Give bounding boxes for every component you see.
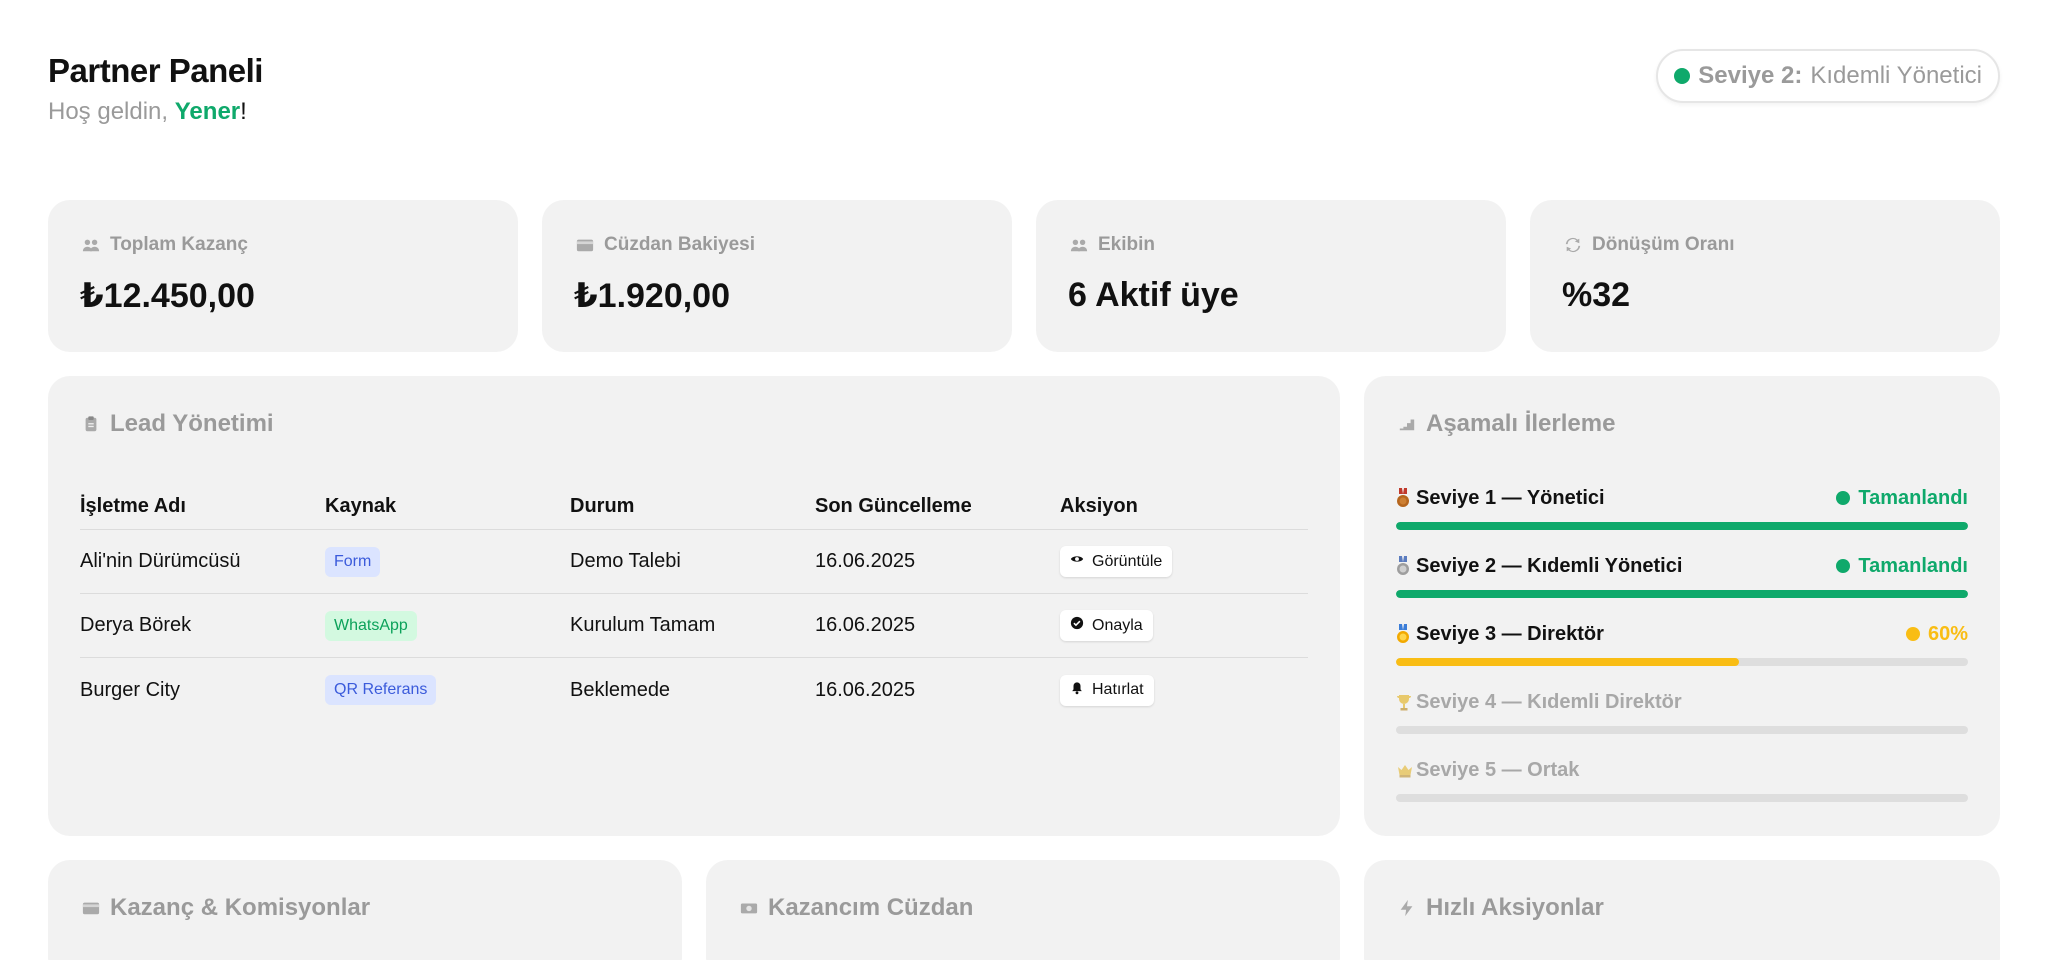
card-title: Hızlı Aksiyonlar [1426,894,1604,921]
stat-value: 6 Aktif üye [1068,276,1239,314]
refresh-icon [1562,234,1584,256]
stat-card-total-earnings: Toplam Kazanç ₺12.450,00 [48,200,518,352]
level-name: Seviye 2 — Kıdemli Yönetici [1416,554,1683,577]
silver-medal-icon [1396,556,1410,576]
last-updated: 16.06.2025 [815,678,916,701]
business-name: Derya Börek [80,614,192,636]
lead-table: İşletme Adı Kaynak Durum Son Güncelleme … [80,484,1308,722]
column-header: Aksiyon [1060,495,1138,517]
level-name: Seviye 1 — Yönetici [1416,486,1605,509]
level-badge-value: Kıdemli Yönetici [1810,62,1982,89]
wallet-card: Kazancım Cüzdan [706,860,1340,960]
column-header: Kaynak [325,495,397,517]
business-name: Ali'nin Dürümcüsü [80,550,241,572]
level-status: 60% [1927,622,1968,645]
column-header: Durum [570,495,635,517]
level-status-dot [1674,68,1691,84]
greeting-prefix: Hoş geldin, [48,98,175,125]
page-title: Partner Paneli [48,52,263,89]
level-row: Seviye 5 — Ortak [1396,758,1968,826]
column-header: İşletme Adı [80,495,186,517]
level-badge-key: Seviye 2: [1698,62,1803,89]
stat-value: ₺1.920,00 [574,277,731,315]
level-row: Seviye 1 — Yönetici Tamanlandı [1396,486,1968,554]
quick-actions-card: Hızlı Aksiyonlar [1364,860,2000,960]
level-status: Tamanlandı [1858,554,1968,577]
business-name: Burger City [80,678,181,701]
stairs-icon [1396,413,1418,435]
earnings-commissions-card: Kazanç & Komisyonlar [48,860,682,960]
gold-medal-icon [1396,624,1410,644]
bronze-medal-icon [1396,488,1410,508]
level-progress-bar [1396,794,1968,802]
level-progress-bar [1396,590,1968,598]
column-header: Son Güncelleme [815,495,972,517]
last-updated: 16.06.2025 [815,614,916,636]
level-row: Seviye 2 — Kıdemli Yönetici Tamanlandı [1396,554,1968,622]
level-progress-bar [1396,726,1968,734]
source-badge: Form [325,546,381,577]
card-title: Kazanç & Komisyonlar [110,894,371,921]
remind-button[interactable]: Hatırlat [1060,674,1154,706]
level-progress-bar [1396,658,1968,666]
level-progress-list: Seviye 1 — Yönetici Tamanlandı Seviye 2 … [1396,486,1968,826]
lead-status: Kurulum Tamam [570,614,716,636]
lead-status: Beklemede [570,678,671,701]
stat-label: Dönüşüm Oranı [1592,234,1735,255]
check-circle-icon [1836,559,1851,573]
welcome-text: Hoş geldin, Yener! [48,98,263,126]
bolt-icon [1396,897,1418,919]
action-label: Görüntüle [1092,552,1163,570]
stat-label: Ekibin [1098,234,1156,255]
eye-icon [1070,552,1084,571]
table-header: İşletme Adı Kaynak Durum Son Güncelleme … [80,484,1308,530]
source-badge: QR Referans [325,675,437,705]
in-progress-dot-icon [1905,627,1920,641]
view-button[interactable]: Görüntüle [1060,546,1173,577]
stat-label: Cüzdan Bakiyesi [604,234,755,255]
bell-icon [1070,681,1084,700]
level-name: Seviye 5 — Ortak [1416,758,1580,781]
table-row: Burger City QR Referans Beklemede 16.06.… [80,658,1308,722]
wallet-icon [80,897,102,919]
stat-card-conversion-rate: Dönüşüm Oranı %32 [1530,200,2000,352]
crown-icon [1396,760,1412,780]
last-updated: 16.06.2025 [815,550,916,572]
source-badge: WhatsApp [325,610,417,641]
stat-value: ₺12.450,00 [80,277,255,315]
card-title: Aşamalı İlerleme [1426,410,1616,437]
users-icon [1068,234,1090,256]
card-title: Kazancım Cüzdan [768,894,974,921]
money-icon [738,897,760,919]
wallet-icon [574,234,596,256]
stat-card-wallet-balance: Cüzdan Bakiyesi ₺1.920,00 [542,200,1012,352]
progress-card: Aşamalı İlerleme Seviye 1 — Yönetici Tam… [1364,376,2000,836]
table-row: Ali'nin Dürümcüsü Form Demo Talebi 16.06… [80,530,1308,594]
stat-value: %32 [1562,276,1631,314]
users-icon [80,234,102,256]
approve-button[interactable]: Onayla [1060,610,1153,641]
level-status: Tamanlandı [1858,486,1968,509]
page-header: Partner Paneli Hoş geldin, Yener! [48,52,263,126]
level-badge: Seviye 2: Kıdemli Yönetici [1656,49,2000,103]
lead-management-card: Lead Yönetimi İşletme Adı Kaynak Durum S… [48,376,1340,836]
card-title: Lead Yönetimi [110,410,274,437]
level-name: Seviye 4 — Kıdemli Direktör [1416,690,1682,713]
level-name: Seviye 3 — Direktör [1416,622,1604,645]
clipboard-icon [80,413,102,435]
check-circle-icon [1836,491,1851,505]
level-row: Seviye 3 — Direktör 60% [1396,622,1968,690]
lead-status: Demo Talebi [570,550,681,572]
stat-label: Toplam Kazanç [110,234,248,255]
greeting-suffix: ! [240,98,247,125]
level-row: Seviye 4 — Kıdemli Direktör [1396,690,1968,758]
stat-card-team: Ekibin 6 Aktif üye [1036,200,1506,352]
action-label: Onayla [1092,616,1143,634]
check-circle-icon [1070,616,1084,635]
action-label: Hatırlat [1092,681,1144,698]
trophy-icon [1396,692,1411,712]
user-name: Yener [174,98,241,125]
level-progress-bar [1396,522,1968,530]
table-row: Derya Börek WhatsApp Kurulum Tamam 16.06… [80,594,1308,658]
